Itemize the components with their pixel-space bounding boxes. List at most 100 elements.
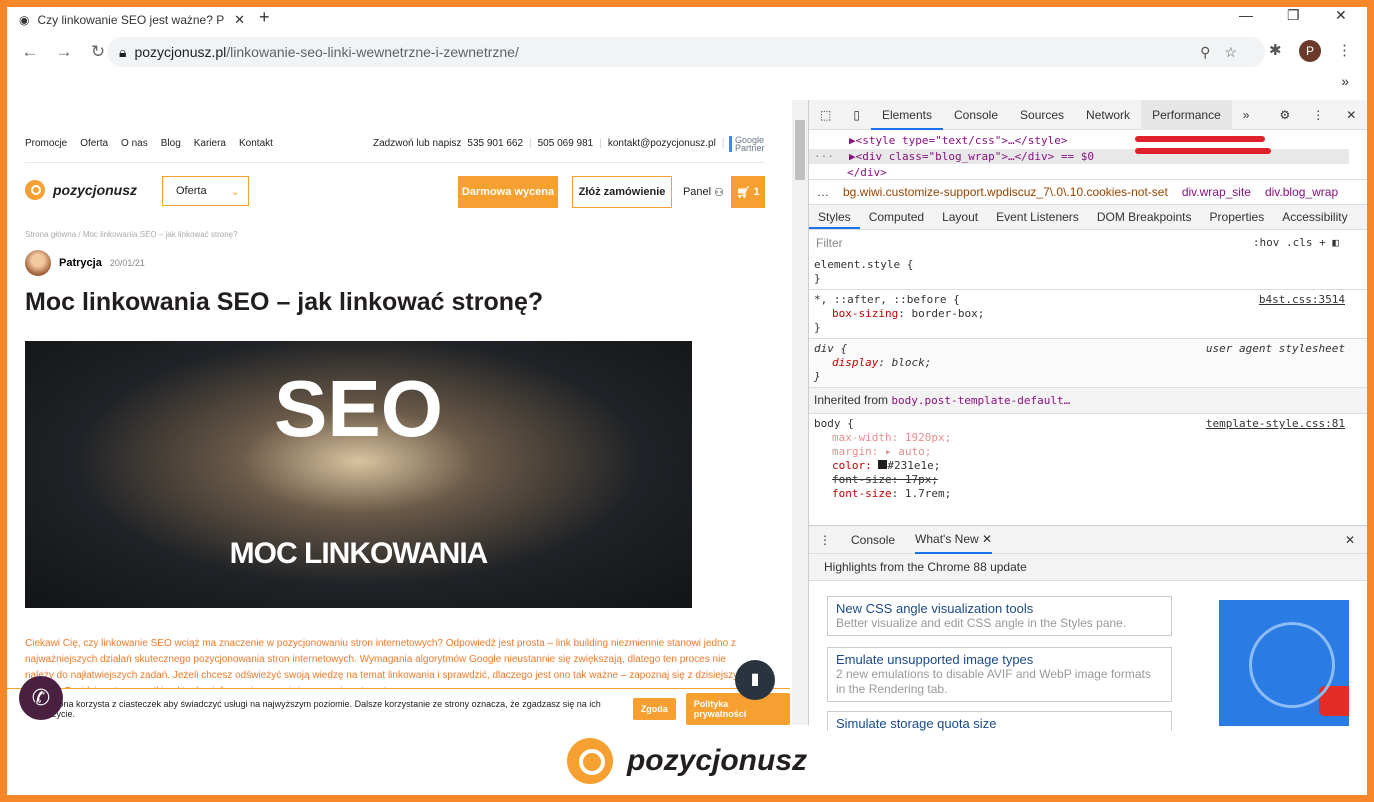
drawer-menu-icon[interactable]: ⋮ (819, 533, 831, 547)
menu-icon[interactable]: ⋮ (1337, 41, 1352, 59)
tab-properties[interactable]: Properties (1201, 205, 1274, 229)
tab-elements[interactable]: Elements (870, 100, 943, 130)
chat-icon: ▮ (750, 671, 760, 688)
drawer-tab-whats-new[interactable]: What's New ✕ (915, 526, 993, 554)
zoom-icon[interactable]: ⚲ (1200, 44, 1224, 60)
rule-element-style[interactable]: element.style {} (809, 255, 1367, 290)
close-window-button[interactable]: ✕ (1335, 7, 1347, 24)
rule-body[interactable]: body {template-style.css:81 max-width: 1… (809, 414, 1367, 504)
bookmarks-overflow-icon[interactable]: » (1341, 73, 1349, 89)
free-quote-button[interactable]: Darmowa wycena (458, 176, 558, 208)
cls-toggle[interactable]: .cls (1286, 236, 1313, 249)
redaction-mark (1135, 136, 1265, 142)
reload-button[interactable]: ↻ (87, 42, 109, 62)
whats-new-heading: Highlights from the Chrome 88 update (809, 554, 1367, 581)
rule-universal[interactable]: *, ::after, ::before {b4st.css:3514 box-s… (809, 290, 1367, 339)
whats-new-card[interactable]: New CSS angle visualization tools Better … (827, 596, 1172, 636)
crumb-blog-wrap[interactable]: div.blog_wrap (1265, 185, 1338, 199)
logo-icon (25, 180, 45, 200)
page-scrollbar[interactable] (792, 100, 808, 725)
styles-filter-input[interactable]: Filter:hov .cls + ◧ (809, 230, 1367, 255)
page-title: Moc linkowania SEO – jak linkować stronę… (25, 288, 544, 316)
email-link[interactable]: kontakt@pozycjonusz.pl (608, 138, 716, 149)
extensions-icon[interactable]: ✱ (1269, 41, 1282, 59)
close-tab-icon[interactable]: ✕ (982, 532, 992, 546)
whats-new-card[interactable]: Emulate unsupported image types 2 new emu… (827, 647, 1172, 702)
phone-call-button[interactable]: ✆ (19, 676, 63, 720)
inherited-selector[interactable]: body.post-template-default… (891, 394, 1070, 407)
tab-performance[interactable]: Performance (1141, 99, 1232, 130)
back-button[interactable]: ← (19, 42, 41, 62)
styles-rules: element.style {} *, ::after, ::before {b… (809, 255, 1367, 515)
google-partner-badge: Google Partner (729, 136, 790, 153)
nav-o-nas[interactable]: O nas (121, 138, 148, 149)
source-link[interactable]: template-style.css:81 (1206, 417, 1345, 431)
cookie-accept-button[interactable]: Zgoda (632, 697, 676, 720)
order-button[interactable]: Złóż zamówienie (572, 176, 672, 208)
divider (25, 162, 765, 163)
tab-computed[interactable]: Computed (860, 205, 933, 229)
privacy-policy-button[interactable]: Polityka prywatności (685, 692, 790, 725)
globe-icon: ◉ (19, 13, 30, 27)
crumb-body[interactable]: bg.wiwi.customize-support.wpdiscuz_7\.0\… (843, 185, 1168, 199)
tab-styles[interactable]: Styles (809, 205, 860, 229)
profile-avatar[interactable]: P (1299, 40, 1321, 62)
url-input[interactable]: 🔒︎ pozycjonusz.pl/linkowanie-seo-linki-we… (107, 37, 1265, 67)
oferta-select[interactable]: Oferta ⌄ (162, 176, 249, 206)
rule-div-ua: div {user agent stylesheet display: block… (809, 339, 1367, 388)
tab-sources[interactable]: Sources (1009, 100, 1075, 130)
chrome-88-video-thumbnail[interactable] (1219, 600, 1349, 726)
site-logo[interactable]: pozycjonusz (25, 180, 137, 200)
minimize-button[interactable]: — (1239, 7, 1253, 23)
user-icon: ⚇ (714, 186, 725, 199)
device-toolbar-icon[interactable]: ▯ (842, 100, 871, 130)
new-tab-button[interactable]: + (259, 7, 270, 28)
phone-2[interactable]: 505 069 981 (538, 138, 594, 149)
styles-subtabs: Styles Computed Layout Event Listeners D… (809, 205, 1367, 230)
toggle-sidebar-icon[interactable]: ◧ (1332, 236, 1339, 249)
phone-1[interactable]: 535 901 662 (467, 138, 523, 149)
browser-window: ◉ Czy linkowanie SEO jest ważne? P ✕ + — ❐… (7, 7, 1367, 795)
dom-breadcrumbs: … bg.wiwi.customize-support.wpdiscuz_7\.… (809, 180, 1367, 205)
browser-tab[interactable]: ◉ Czy linkowanie SEO jest ważne? P ✕ (11, 7, 251, 33)
close-drawer-icon[interactable]: ✕ (1345, 533, 1355, 547)
drawer-tab-console[interactable]: Console (851, 533, 895, 547)
inspect-icon[interactable]: ⬚ (809, 100, 842, 130)
devtools-tabs: ⬚ ▯ Elements Console Sources Network Per… (809, 99, 1367, 130)
devtools-panel: ⬚ ▯ Elements Console Sources Network Per… (808, 99, 1367, 731)
more-tabs-icon[interactable]: » (1232, 100, 1261, 130)
dom-node-style[interactable]: ▶<style type="text/css">…</style> (849, 134, 1068, 147)
tab-event-listeners[interactable]: Event Listeners (987, 205, 1088, 229)
bookmark-star-icon[interactable]: ☆ (1224, 44, 1251, 60)
nav-kariera[interactable]: Kariera (194, 138, 226, 149)
tab-accessibility[interactable]: Accessibility (1273, 205, 1356, 229)
forward-button[interactable]: → (53, 42, 75, 62)
source-link[interactable]: b4st.css:3514 (1259, 293, 1345, 307)
nav-oferta[interactable]: Oferta (80, 138, 108, 149)
phone-icon: ✆ (31, 685, 51, 710)
hov-toggle[interactable]: :hov (1253, 236, 1280, 249)
nav-promocje[interactable]: Promocje (25, 138, 67, 149)
nav-kontakt[interactable]: Kontakt (239, 138, 273, 149)
maximize-button[interactable]: ❐ (1287, 7, 1300, 24)
settings-gear-icon[interactable]: ⚙ (1268, 100, 1301, 130)
hero-image: SEO MOC LINKOWANIA (25, 341, 692, 608)
add-rule-icon[interactable]: + (1319, 236, 1326, 249)
devtools-menu-icon[interactable]: ⋮ (1301, 100, 1335, 130)
tab-console[interactable]: Console (943, 100, 1009, 130)
crumb-wrap-site[interactable]: div.wrap_site (1182, 185, 1251, 199)
cart-button[interactable]: 🛒︎ 1 (731, 176, 765, 208)
play-icon (1319, 686, 1349, 716)
panel-link[interactable]: Panel ⚇ (681, 176, 726, 208)
author-avatar (25, 250, 51, 276)
chat-button[interactable]: ▮ (735, 660, 775, 700)
close-devtools-icon[interactable]: ✕ (1335, 100, 1367, 130)
nav-blog[interactable]: Blog (161, 138, 181, 149)
dom-node-blog-wrap[interactable]: ▶<div class="blog_wrap">…</div> == $0 (849, 150, 1094, 163)
tab-dom-breakpoints[interactable]: DOM Breakpoints (1088, 205, 1201, 229)
tab-layout[interactable]: Layout (933, 205, 987, 229)
tab-network[interactable]: Network (1075, 100, 1141, 130)
author-info: Patrycja 20/01/21 (25, 250, 145, 276)
cookie-banner: Strona korzysta z ciasteczek aby świadcz… (7, 688, 790, 725)
close-tab-icon[interactable]: ✕ (234, 12, 245, 28)
